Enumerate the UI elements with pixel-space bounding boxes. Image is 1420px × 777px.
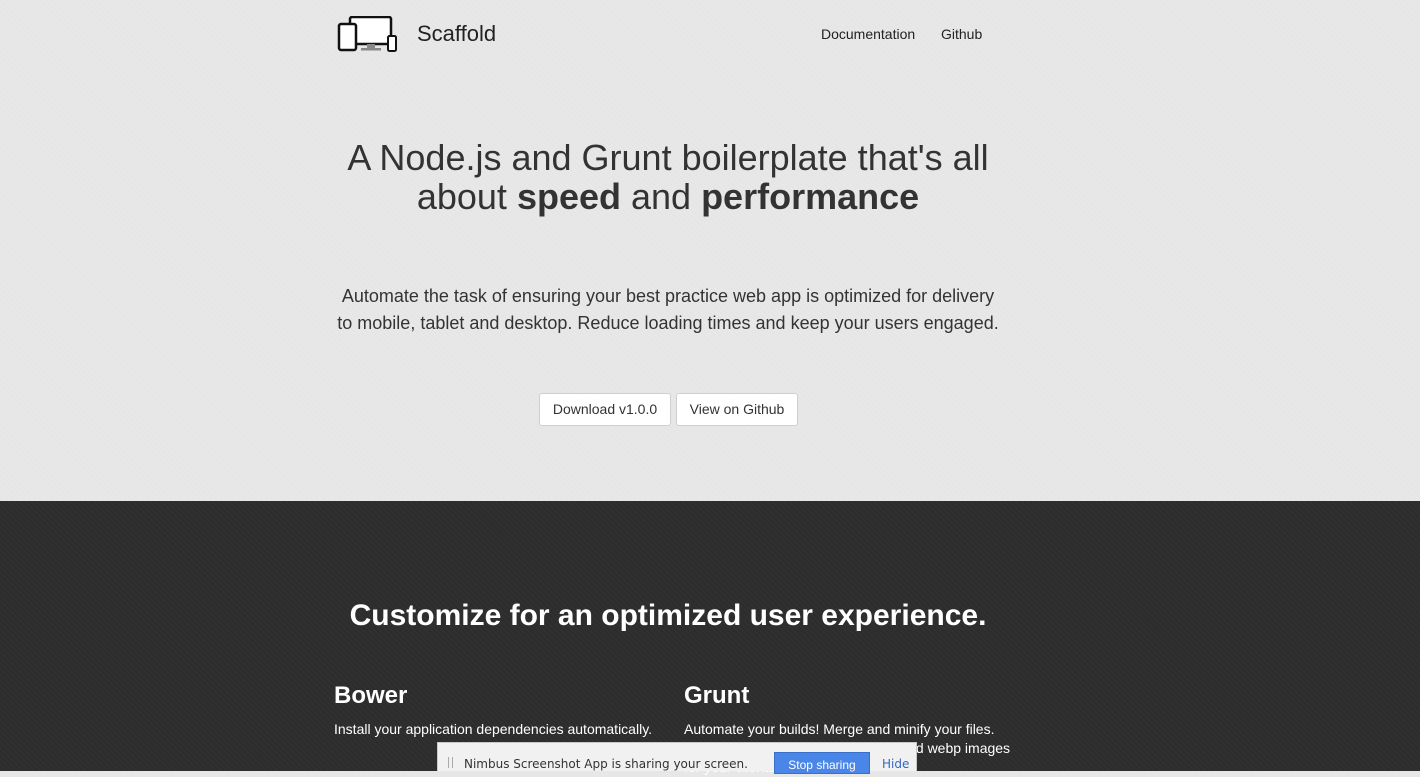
feature-grunt-title: Grunt: [684, 682, 750, 709]
share-message: Nimbus Screenshot App is sharing your sc…: [464, 757, 748, 771]
hero-headline: A Node.js and Grunt boilerplate that's a…: [347, 137, 989, 217]
screen-share-bar: Nimbus Screenshot App is sharing your sc…: [437, 742, 917, 774]
brand-name[interactable]: Scaffold: [417, 21, 496, 47]
feature-bower-title: Bower: [334, 682, 408, 709]
hide-link[interactable]: Hide: [882, 757, 909, 771]
nav-github[interactable]: Github: [941, 26, 982, 42]
hero-section: Scaffold Documentation Github A Node.js …: [0, 0, 1420, 501]
feature-bower-text: Install your application dependencies au…: [334, 721, 653, 737]
view-on-github-button[interactable]: View on Github: [676, 393, 798, 426]
drag-handle-icon[interactable]: [448, 757, 453, 768]
devices-icon[interactable]: [337, 16, 397, 54]
hero-lead: Automate the task of ensuring your best …: [337, 286, 999, 333]
nav-documentation[interactable]: Documentation: [821, 26, 915, 42]
download-button[interactable]: Download v1.0.0: [539, 393, 671, 426]
features-title: Customize for an optimized user experien…: [349, 599, 987, 632]
